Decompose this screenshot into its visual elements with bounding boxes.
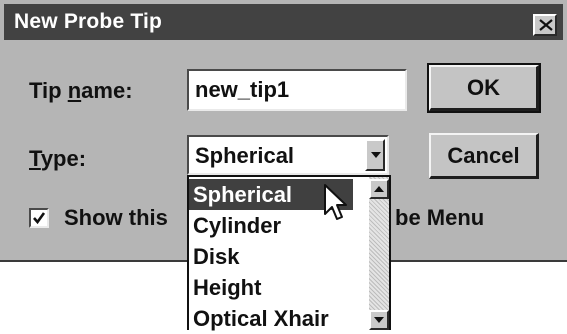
- scroll-down-button[interactable]: [369, 310, 389, 330]
- ok-button[interactable]: OK: [427, 63, 541, 113]
- mouse-pointer-icon: [324, 184, 347, 220]
- dropdown-option-optical-xhair[interactable]: Optical Xhair: [189, 303, 369, 334]
- title-bar: New Probe Tip: [4, 4, 563, 40]
- cancel-button[interactable]: Cancel: [429, 133, 539, 179]
- dropdown-option-height[interactable]: Height: [189, 272, 369, 303]
- scroll-down-icon: [374, 317, 384, 323]
- checkbox-label-start: Show this: [64, 205, 168, 230]
- tip-name-label: Tip name:: [29, 78, 133, 104]
- type-combobox-value: Spherical: [195, 143, 295, 168]
- type-dropdown-list: Spherical Cylinder Disk Height Optical X…: [187, 175, 391, 331]
- close-button[interactable]: [533, 14, 557, 36]
- scroll-up-icon: [374, 186, 384, 192]
- tip-name-label-prefix: Tip: [29, 78, 68, 103]
- tip-name-input[interactable]: new_tip1: [187, 69, 407, 111]
- close-icon: [539, 19, 553, 31]
- scroll-up-button[interactable]: [369, 179, 389, 199]
- type-combobox[interactable]: Spherical: [187, 135, 389, 175]
- type-label-suffix: ype:: [40, 146, 87, 171]
- dropdown-scrollbar[interactable]: [369, 177, 389, 330]
- checkmark-icon: [33, 212, 46, 225]
- window-title: New Probe Tip: [14, 10, 163, 33]
- chevron-down-icon: [371, 152, 381, 158]
- checkbox-label-end: be Menu: [395, 205, 485, 230]
- tip-name-label-mnemonic: n: [67, 78, 82, 103]
- dropdown-option-disk[interactable]: Disk: [189, 241, 369, 272]
- type-label: Type:: [29, 146, 86, 172]
- type-dropdown-button[interactable]: [365, 139, 385, 171]
- type-label-mnemonic: T: [29, 146, 41, 171]
- tip-name-label-suffix: ame:: [81, 78, 133, 103]
- show-in-menu-checkbox[interactable]: [29, 208, 49, 228]
